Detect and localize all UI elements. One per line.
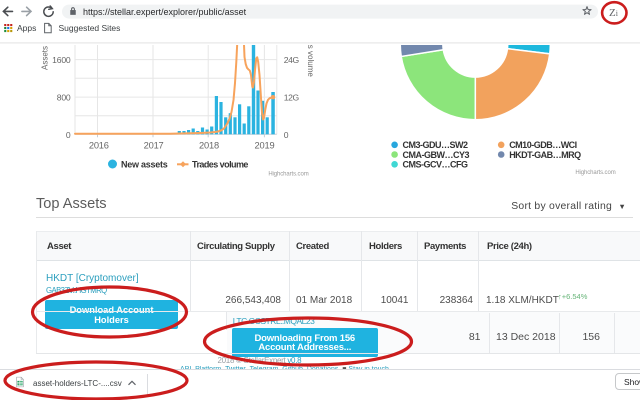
svg-text:2019: 2019 xyxy=(255,140,275,150)
svg-text:Assets: Assets xyxy=(41,46,50,70)
svg-text:Apps: Apps xyxy=(17,23,36,33)
svg-text:0: 0 xyxy=(284,130,289,140)
svg-text:12G: 12G xyxy=(284,93,300,103)
svg-text:CMA-GBW…CY3: CMA-GBW…CY3 xyxy=(403,150,470,160)
svg-text:CM3-GDU…SW2: CM3-GDU…SW2 xyxy=(403,140,468,150)
svg-text:Trades volume: Trades volume xyxy=(192,159,248,169)
svg-text:CM10-GDB…WCI: CM10-GDB…WCI xyxy=(509,140,577,150)
svg-text:2016: 2016 xyxy=(89,140,109,150)
svg-text:https://stellar.expert/explore: https://stellar.expert/explorer/public/a… xyxy=(83,7,247,17)
svg-text:CMS-GCV…CFG: CMS-GCV…CFG xyxy=(403,160,468,170)
svg-text:800: 800 xyxy=(57,93,71,103)
svg-text:0: 0 xyxy=(66,130,71,140)
svg-text:Highcharts.com: Highcharts.com xyxy=(575,170,615,176)
svg-text:New assets: New assets xyxy=(121,159,168,169)
svg-text:HKDT-GAB…MRQ: HKDT-GAB…MRQ xyxy=(509,150,581,160)
svg-text:2017: 2017 xyxy=(144,140,164,150)
svg-text:2018: 2018 xyxy=(199,140,219,150)
svg-text:Suggested Sites: Suggested Sites xyxy=(59,23,121,33)
svg-text:Highcharts.com: Highcharts.com xyxy=(268,171,308,177)
svg-text:1600: 1600 xyxy=(52,55,71,65)
svg-text:24G: 24G xyxy=(284,55,300,65)
svg-text:Trades volume: Trades volume xyxy=(306,45,315,77)
svg-text:Zi: Zi xyxy=(609,7,619,19)
